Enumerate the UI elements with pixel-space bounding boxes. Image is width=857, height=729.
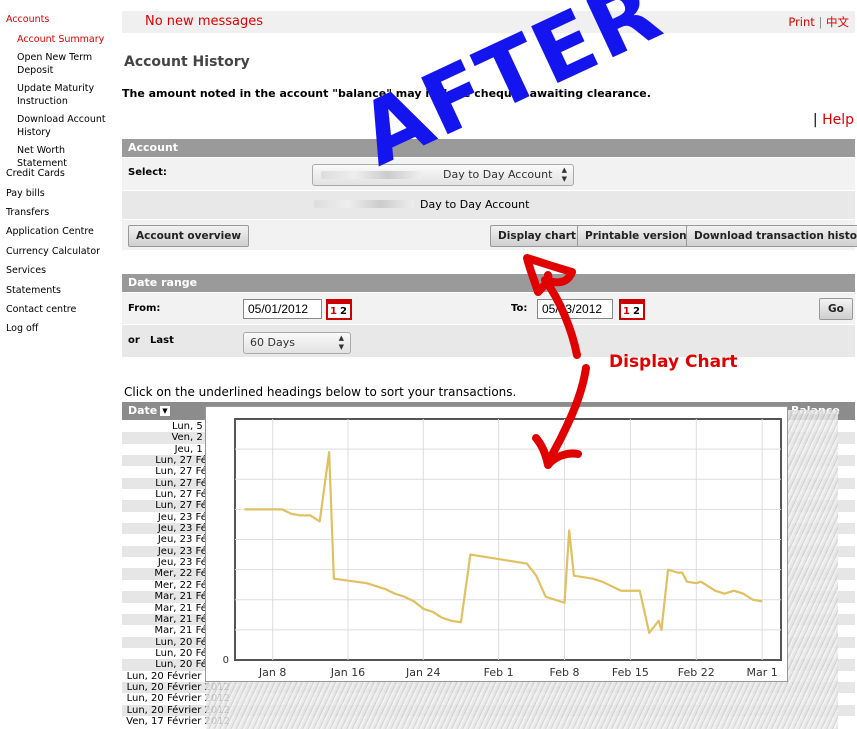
account-select-value: Day to Day Account (443, 168, 553, 181)
sidebar-item-accounts[interactable]: Accounts (6, 14, 49, 25)
from-date-input[interactable] (243, 299, 322, 319)
svg-text:1: 1 (623, 306, 630, 317)
sidebar-item-account-summary[interactable]: Account Summary (17, 33, 117, 46)
print-language-links: Print | 中文 (788, 14, 849, 30)
sidebar-item-currency-calculator[interactable]: Currency Calculator (6, 246, 100, 257)
sidebar-item-pay-bills[interactable]: Pay bills (6, 188, 45, 199)
x-tick-label: Jan 8 (258, 666, 286, 679)
select-arrows-icon: ▲ ▼ (561, 166, 567, 183)
sidebar-item-net-worth[interactable]: Net Worth Statement (17, 144, 117, 170)
to-label: To: (511, 303, 528, 314)
date-from-to-row: From: 1 2 To: 1 2 Go (122, 293, 855, 324)
x-tick-label: Mar 1 (747, 666, 778, 679)
sidebar-item-services[interactable]: Services (6, 265, 46, 276)
sidebar-item-download-history[interactable]: Download Account History (17, 113, 117, 139)
x-tick-label: Feb 1 (484, 666, 514, 679)
account-select-row: Select: Day to Day Account ▲ ▼ (122, 158, 855, 190)
balance-chart: Jan 8 Jan 16 Jan 24 Feb 1 Feb 8 Feb 15 Feb 22 M… (223, 418, 782, 679)
account-select-label: Select: (128, 167, 167, 178)
x-tick-label: Feb 8 (549, 666, 579, 679)
svg-text:2: 2 (633, 306, 640, 317)
from-calendar-icon[interactable]: 1 2 (326, 298, 352, 320)
page-title: Account History (124, 54, 250, 70)
masked-account-number-info (314, 200, 414, 208)
display-chart-annotation: Display Chart (609, 352, 738, 372)
account-buttons-row: Account overview Display chart Printable… (122, 220, 857, 250)
sidebar-item-credit-cards[interactable]: Credit Cards (6, 168, 65, 179)
printable-version-button[interactable]: Printable version (577, 225, 695, 247)
sidebar-item-transfers[interactable]: Transfers (6, 207, 49, 218)
help-separator: | (812, 112, 818, 128)
from-label: From: (128, 303, 161, 314)
to-calendar-icon[interactable]: 1 2 (619, 298, 645, 320)
last-days-value: 60 Days (250, 336, 295, 349)
select-arrows-icon: ▲ ▼ (338, 334, 344, 351)
last-days-select[interactable]: 60 Days ▲ ▼ (243, 332, 351, 354)
messages-status: No new messages (145, 14, 264, 29)
account-section-header: Account (122, 139, 855, 157)
download-history-button[interactable]: Download transaction history (686, 225, 857, 247)
x-tick-label: Feb 15 (612, 666, 649, 679)
sidebar-item-log-off[interactable]: Log off (6, 323, 38, 334)
date-range-header: Date range (122, 274, 855, 292)
display-chart-button[interactable]: Display chart (490, 225, 584, 247)
date-column-header[interactable]: Date (128, 402, 157, 420)
y-tick-label: 0 (223, 655, 229, 666)
help-area: | Help (813, 112, 854, 128)
last-label: Last (150, 335, 174, 346)
sidebar-item-update-maturity[interactable]: Update Maturity Instruction (17, 82, 117, 108)
help-link[interactable]: Help (822, 112, 854, 128)
svg-text:2: 2 (340, 306, 347, 317)
account-info-text: Day to Day Account (420, 198, 530, 211)
separator: | (818, 15, 823, 29)
sort-instructions: Click on the underlined headings below t… (124, 385, 517, 399)
or-label: or (128, 335, 140, 346)
sort-down-icon[interactable]: ▼ (160, 406, 170, 416)
to-date-input[interactable] (537, 299, 613, 319)
sidebar-item-contact-centre[interactable]: Contact centre (6, 304, 76, 315)
account-info-row: Day to Day Account (122, 191, 855, 219)
sidebar-item-open-term-deposit[interactable]: Open New Term Deposit (17, 51, 117, 77)
account-select[interactable]: Day to Day Account ▲ ▼ (312, 164, 574, 186)
sidebar-item-application-centre[interactable]: Application Centre (6, 226, 94, 237)
svg-text:1: 1 (330, 306, 337, 317)
x-tick-label: Jan 24 (405, 666, 440, 679)
date-last-row: or Last 60 Days ▲ ▼ (122, 325, 855, 357)
account-overview-button[interactable]: Account overview (128, 225, 250, 247)
balance-chart-popup: Jan 8 Jan 16 Jan 24 Feb 1 Feb 8 Feb 15 Feb 22 M… (205, 406, 788, 682)
x-tick-label: Jan 16 (330, 666, 365, 679)
print-link[interactable]: Print (788, 15, 814, 29)
sidebar-item-statements[interactable]: Statements (6, 285, 61, 296)
go-button[interactable]: Go (819, 298, 853, 320)
language-chinese-link[interactable]: 中文 (826, 15, 849, 29)
x-tick-label: Feb 22 (678, 666, 715, 679)
